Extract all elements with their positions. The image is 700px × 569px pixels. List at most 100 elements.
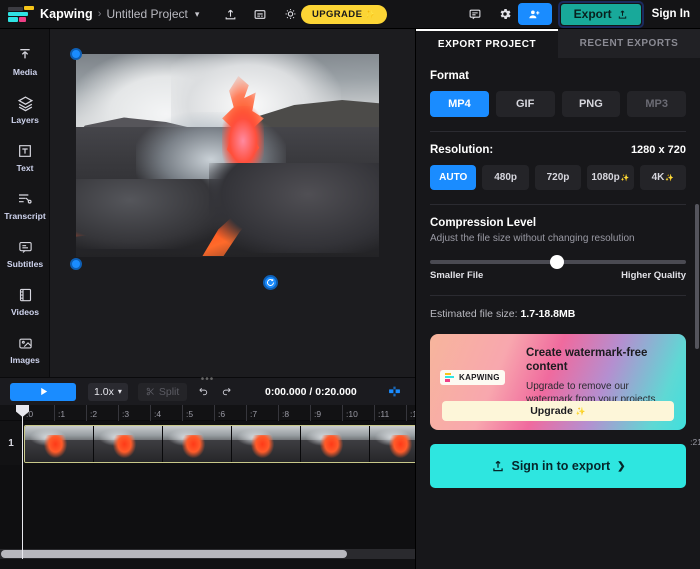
sidebar-item-text[interactable]: Text <box>0 133 50 181</box>
video-preview[interactable] <box>76 54 379 257</box>
project-menu-chevron-down-icon[interactable]: ▾ <box>195 9 200 20</box>
ruler-tick: :2 <box>86 405 97 421</box>
timeline-ruler[interactable]: :0 :1 :2 :3 :4 :5 :6 :7 :8 :9 :10 :11 :1… <box>0 405 422 421</box>
sidebar-item-media[interactable]: Media <box>0 37 50 85</box>
gear-icon[interactable] <box>492 3 518 25</box>
resolution-value: 1280 x 720 <box>630 144 686 156</box>
captions-icon[interactable] <box>247 3 273 25</box>
export-label: Export <box>573 7 612 21</box>
sidebar-item-transcript[interactable]: Transcript <box>0 181 50 229</box>
resolution-option-4k[interactable]: 4K ✨ <box>639 165 687 190</box>
ruler-tick: :10 <box>342 405 358 421</box>
sidebar-item-subtitles[interactable]: Subtitles <box>0 229 50 277</box>
sidebar-label: Text <box>16 162 34 173</box>
add-people-icon[interactable] <box>517 3 552 25</box>
sidebar-item-images[interactable]: Images <box>0 325 50 373</box>
format-option-png[interactable]: PNG <box>561 91 621 117</box>
promo-upgrade-label: Upgrade <box>530 405 573 417</box>
playhead[interactable] <box>16 405 29 559</box>
compression-slider[interactable] <box>430 255 686 269</box>
resize-handle-top-left[interactable] <box>70 48 82 60</box>
compression-left-label: Smaller File <box>430 270 484 281</box>
format-option-mp4[interactable]: MP4 <box>430 91 489 117</box>
sidebar-item-videos[interactable]: Videos <box>0 277 50 325</box>
format-option-gif[interactable]: GIF <box>495 91 555 117</box>
layers-icon <box>17 94 34 113</box>
compression-subtitle: Adjust the file size without changing re… <box>430 233 635 244</box>
export-button[interactable]: Export <box>560 3 641 25</box>
compression-section-title: Compression Level <box>430 217 537 229</box>
undo-icon <box>199 387 208 396</box>
fit-to-screen-icon[interactable] <box>386 385 403 398</box>
resolution-option-auto[interactable]: AUTO <box>430 165 477 190</box>
comment-icon[interactable] <box>462 3 488 25</box>
scrollbar-thumb[interactable] <box>1 550 347 558</box>
sidebar-label: Images <box>10 354 40 365</box>
sparkle-icon: ✨ <box>665 174 675 182</box>
undo-button[interactable] <box>197 386 210 397</box>
chevron-right-icon: ❯ <box>617 460 626 472</box>
subtitles-icon <box>17 238 34 257</box>
play-button[interactable] <box>10 382 76 401</box>
promo-upgrade-button[interactable]: Upgrade ✨ <box>442 401 674 421</box>
resolution-label: 4K <box>651 172 665 183</box>
playback-speed-dropdown[interactable]: 1.0x ▾ <box>88 382 128 401</box>
sparkle-icon: ✨ <box>620 174 630 182</box>
timeline-toolbar: ••• 1.0x ▾ Split 0:00.000 / 0:20.000 <box>0 374 415 405</box>
sign-in-to-export-button[interactable]: Sign in to export ❯ <box>430 444 686 488</box>
track-number: 1 <box>0 421 22 465</box>
clip-thumbnail <box>25 426 94 462</box>
sign-in-link[interactable]: Sign In <box>652 8 690 20</box>
ruler-tick-occluded: :21 <box>690 437 700 447</box>
kapwing-logo-icon[interactable] <box>8 5 34 23</box>
timecode-display: 0:00.000 / 0:20.000 <box>265 385 357 398</box>
sparkle-icon: ✨ <box>575 406 586 416</box>
tab-recent-exports[interactable]: RECENT EXPORTS <box>558 29 700 58</box>
resolution-section-title: Resolution: <box>430 144 494 156</box>
kapwing-promo-logo: KAPWING <box>440 370 505 385</box>
clip-thumbnail <box>232 426 301 462</box>
clip-thumbnail <box>94 426 163 462</box>
redo-button[interactable] <box>220 386 233 397</box>
watermark-promo-card[interactable]: KAPWING Create watermark-free content Up… <box>430 334 686 430</box>
export-upload-icon <box>618 9 626 19</box>
timeline-horizontal-scrollbar[interactable] <box>0 549 415 559</box>
speed-label: 1.0x <box>94 385 114 398</box>
promo-heading: Create watermark-free content <box>526 347 648 374</box>
brand-name[interactable]: Kapwing <box>40 7 93 21</box>
lava-core-glow <box>222 106 264 164</box>
promo-text-block: Create watermark-free content Upgrade to… <box>526 346 674 406</box>
resolution-option-720p[interactable]: 720p <box>534 165 582 190</box>
tab-export-project[interactable]: EXPORT PROJECT <box>416 29 558 58</box>
panel-resize-grip[interactable]: ••• <box>201 374 215 385</box>
resolution-option-480p[interactable]: 480p <box>482 165 529 190</box>
video-canvas-stage[interactable] <box>50 29 415 377</box>
videos-icon <box>18 286 33 305</box>
estimate-value: 1.7-18.8MB <box>520 308 576 320</box>
compression-slider-labels: Smaller File Higher Quality <box>430 270 686 281</box>
lightbulb-icon[interactable] <box>277 3 303 25</box>
compression-slider-handle[interactable] <box>550 255 565 269</box>
divider <box>430 131 686 132</box>
sidebar-label: Subtitles <box>6 258 44 269</box>
export-panel: EXPORT PROJECT RECENT EXPORTS Format MP4… <box>415 29 700 569</box>
upgrade-button[interactable]: UPGRADE ✨ <box>301 4 387 24</box>
ruler-tick: :9 <box>310 405 321 421</box>
sign-in-to-export-label: Sign in to export <box>511 459 611 473</box>
split-button[interactable]: Split <box>137 382 188 401</box>
redo-icon <box>223 387 231 396</box>
format-option-mp3[interactable]: MP3 <box>627 91 686 117</box>
sidebar-item-layers[interactable]: Layers <box>0 85 50 133</box>
sparkle-icon: ✨ <box>365 9 376 19</box>
upload-icon[interactable] <box>217 3 243 25</box>
ruler-tick: :3 <box>118 405 129 421</box>
timeline-track-area[interactable]: 1 <box>0 421 535 559</box>
resolution-label: 1080p <box>591 172 620 183</box>
breadcrumb-separator: › <box>97 8 102 20</box>
rotate-handle-icon[interactable] <box>263 275 278 290</box>
project-name[interactable]: Untitled Project <box>106 7 187 21</box>
panel-vertical-scrollbar[interactable] <box>695 204 699 349</box>
upgrade-label: UPGRADE <box>312 8 363 20</box>
resolution-option-1080p[interactable]: 1080p ✨ <box>587 165 634 190</box>
resize-handle-bottom-left[interactable] <box>70 258 82 270</box>
